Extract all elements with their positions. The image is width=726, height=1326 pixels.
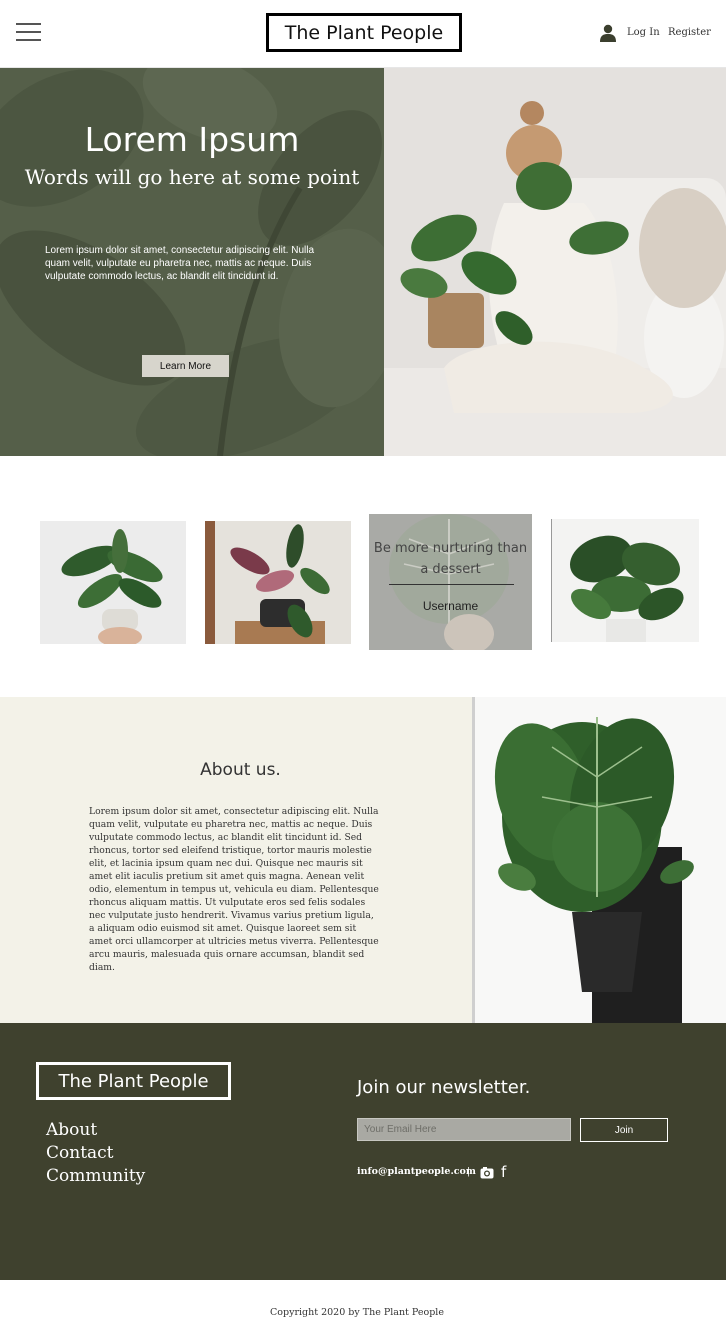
testimonial-overlay — [369, 514, 532, 650]
about-title: About us. — [200, 760, 281, 780]
quote-divider — [389, 584, 514, 585]
site-logo[interactable]: The Plant People — [266, 13, 462, 52]
learn-more-button[interactable]: Learn More — [142, 355, 229, 377]
person-with-large-plant-image — [472, 697, 726, 1023]
login-link[interactable]: Log In — [627, 27, 660, 38]
hero-subtitle: Words will go here at some point — [24, 165, 360, 189]
gallery-image-1[interactable] — [40, 521, 186, 644]
newsletter-title: Join our newsletter. — [357, 1077, 531, 1098]
footer-separator: | — [467, 1166, 471, 1177]
gallery-image-4[interactable] — [551, 519, 699, 642]
testimonial-quote: Be more nurturing than a dessert — [373, 541, 528, 577]
about-body-text: Lorem ipsum dolor sit amet, consectetur … — [89, 806, 379, 973]
hero-panel: Lorem Ipsum Words will go here at some p… — [0, 68, 384, 456]
copyright-text: Copyright 2020 by The Plant People — [270, 1307, 444, 1318]
footer-nav: About Contact Community — [46, 1119, 145, 1188]
footer-logo[interactable]: The Plant People — [36, 1062, 231, 1100]
hero-body-text: Lorem ipsum dolor sit amet, consectetur … — [45, 245, 315, 282]
hero-title: Lorem Ipsum — [84, 120, 300, 159]
woman-with-plant-image — [384, 68, 726, 456]
register-link[interactable]: Register — [668, 27, 711, 38]
contact-email-link[interactable]: info@plantpeople.com — [357, 1166, 476, 1177]
gallery-image-2[interactable] — [205, 521, 351, 644]
user-icon[interactable] — [599, 24, 617, 42]
about-text-panel: About us. Lorem ipsum dolor sit amet, co… — [0, 697, 472, 1023]
site-footer: The Plant People About Contact Community… — [0, 1023, 726, 1280]
hamburger-menu-icon[interactable] — [16, 23, 41, 42]
testimonial-card[interactable]: Be more nurturing than a dessert Usernam… — [369, 514, 532, 650]
hero-photo — [384, 68, 726, 456]
instagram-icon[interactable] — [480, 1167, 494, 1179]
testimonial-username: Username — [422, 599, 479, 613]
about-section: About us. Lorem ipsum dolor sit amet, co… — [0, 697, 726, 1023]
footer-link-contact[interactable]: Contact — [46, 1142, 145, 1165]
footer-link-community[interactable]: Community — [46, 1165, 145, 1188]
plant-gallery: Be more nurturing than a dessert Usernam… — [0, 456, 726, 697]
hero-section: Lorem Ipsum Words will go here at some p… — [0, 68, 726, 456]
newsletter-email-input[interactable] — [357, 1118, 571, 1141]
newsletter-join-button[interactable]: Join — [580, 1118, 668, 1142]
facebook-icon[interactable]: f — [501, 1163, 506, 1181]
footer-link-about[interactable]: About — [46, 1119, 145, 1142]
about-photo — [472, 697, 726, 1023]
site-header: The Plant People Log In Register — [0, 0, 726, 68]
